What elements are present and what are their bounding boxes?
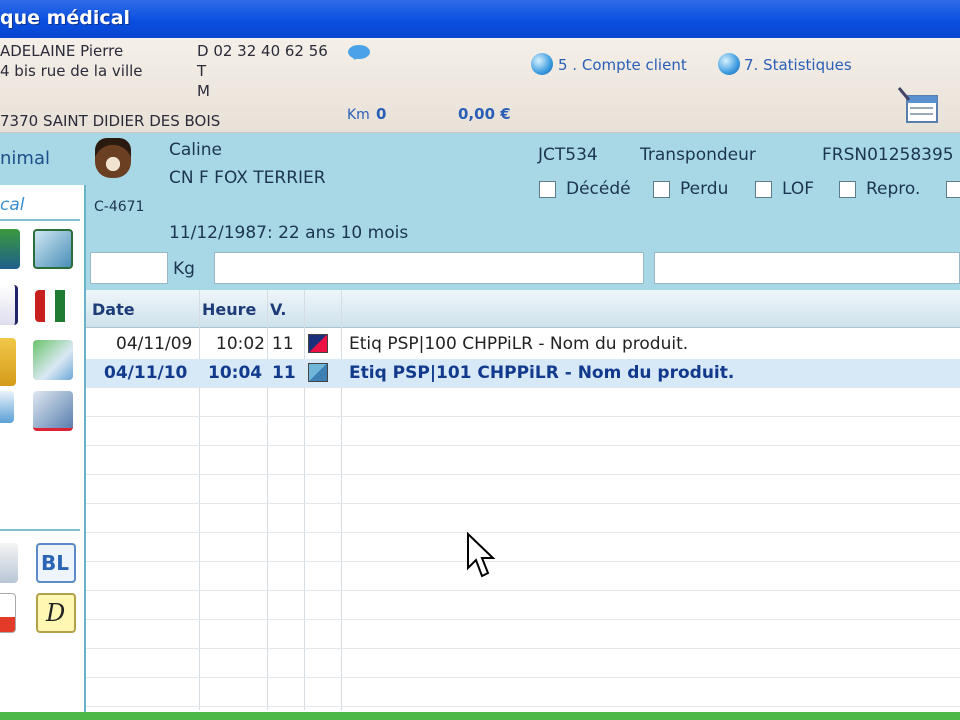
row-v: 11 xyxy=(272,363,296,383)
header-v[interactable]: V. xyxy=(270,300,286,319)
row-divider xyxy=(86,445,960,446)
weight-input[interactable] xyxy=(90,252,168,284)
client-phone-m: M xyxy=(197,82,210,100)
treatment-icon[interactable] xyxy=(33,340,73,380)
title-bar: que médical xyxy=(0,0,960,38)
row-date: 04/11/10 xyxy=(104,363,188,383)
sidebar: nimal cal BL D xyxy=(0,133,86,720)
globe-icon[interactable] xyxy=(531,53,553,75)
calendar-icon[interactable] xyxy=(33,229,73,269)
row-time: 10:02 xyxy=(216,334,265,354)
globe-icon[interactable] xyxy=(718,53,740,75)
km-label: Km xyxy=(347,107,370,123)
sidebar-divider xyxy=(0,529,80,531)
statistics-icon[interactable] xyxy=(895,86,939,124)
lost-checkbox[interactable] xyxy=(653,181,670,198)
row-divider xyxy=(86,532,960,533)
window-title: que médical xyxy=(0,7,131,29)
label-icon xyxy=(308,363,328,382)
tab-animal-label: nimal xyxy=(0,148,50,169)
animal-id-code: JCT534 xyxy=(538,145,598,165)
repro-label: Repro. xyxy=(866,179,921,199)
animal-id-number: FRSN01258395 xyxy=(822,145,954,165)
deceased-label: Décédé xyxy=(566,179,631,199)
row-v: 11 xyxy=(272,334,294,354)
client-name: ADELAINE Pierre xyxy=(0,42,124,60)
row-divider xyxy=(86,619,960,620)
row-divider xyxy=(86,387,960,388)
row-divider xyxy=(86,648,960,649)
client-phone-d: D 02 32 40 62 56 xyxy=(197,42,328,60)
client-balance: 0,00 € xyxy=(458,105,511,123)
mouse-cursor-icon xyxy=(467,532,496,578)
row-time: 10:04 xyxy=(208,363,263,383)
table-header: Date Heure V. xyxy=(86,290,960,328)
client-phone-t: T xyxy=(197,62,207,80)
deceased-checkbox[interactable] xyxy=(539,181,556,198)
row-divider xyxy=(86,416,960,417)
d-icon[interactable]: D xyxy=(36,593,76,633)
row-divider xyxy=(86,590,960,591)
animal-breed: CN F FOX TERRIER xyxy=(169,168,326,188)
lof-checkbox[interactable] xyxy=(755,181,772,198)
table-row[interactable]: 04/11/09 10:02 11 Etiq PSP|100 CHPPiLR -… xyxy=(86,330,960,358)
secondary-input[interactable] xyxy=(654,252,960,284)
row-divider xyxy=(86,706,960,707)
account-link[interactable]: 5 . Compte client xyxy=(558,56,687,74)
label-icon xyxy=(308,334,328,353)
row-divider xyxy=(86,503,960,504)
document-icon[interactable] xyxy=(0,391,14,423)
repro-checkbox[interactable] xyxy=(839,181,856,198)
book-icon[interactable] xyxy=(0,285,18,325)
lof-label: LOF xyxy=(782,179,815,199)
edit-icon[interactable] xyxy=(33,391,73,431)
client-address: 4 bis rue de la ville xyxy=(0,62,143,80)
row-label: Etiq PSP|100 CHPPiLR - Nom du produit. xyxy=(349,334,689,354)
status-bar xyxy=(0,712,960,720)
pencil-icon[interactable] xyxy=(0,543,18,583)
animal-name: Caline xyxy=(169,140,222,160)
row-divider xyxy=(86,474,960,475)
message-icon[interactable] xyxy=(348,45,370,60)
bl-icon[interactable]: BL xyxy=(36,543,76,583)
folder-icon[interactable] xyxy=(0,338,16,386)
animal-birth: 11/12/1987: 22 ans 10 mois xyxy=(169,223,409,243)
pdf-icon[interactable] xyxy=(0,593,16,633)
client-header: ADELAINE Pierre 4 bis rue de la ville 73… xyxy=(0,38,960,133)
vials-icon[interactable] xyxy=(35,290,75,322)
animal-panel: Caline CN F FOX TERRIER C-4671 11/12/198… xyxy=(86,133,960,290)
row-divider xyxy=(86,677,960,678)
animal-id-type: Transpondeur xyxy=(640,145,756,165)
header-date[interactable]: Date xyxy=(92,300,135,319)
row-divider xyxy=(86,561,960,562)
tab-medical-label[interactable]: cal xyxy=(0,195,25,215)
animal-code: C-4671 xyxy=(94,199,145,215)
row-date: 04/11/09 xyxy=(116,334,193,354)
header-time[interactable]: Heure xyxy=(202,300,256,319)
client-city: 7370 SAINT DIDIER DES BOIS xyxy=(0,112,221,130)
note-input[interactable] xyxy=(214,252,644,284)
row-label: Etiq PSP|101 CHPPiLR - Nom du produit. xyxy=(349,363,735,383)
tab-animal[interactable]: nimal xyxy=(0,133,86,185)
history-table: Date Heure V. 04/11/09 10:02 11 Etiq PSP… xyxy=(86,290,960,710)
weight-unit: Kg xyxy=(173,259,195,279)
lost-label: Perdu xyxy=(680,179,729,199)
statistics-link[interactable]: 7. Statistiques xyxy=(744,56,852,74)
extra-checkbox[interactable] xyxy=(946,181,960,198)
dog-icon xyxy=(95,138,131,178)
consult-icon[interactable] xyxy=(0,229,20,269)
km-value: 0 xyxy=(376,105,387,123)
sidebar-divider xyxy=(0,219,80,221)
table-row[interactable]: 04/11/10 10:04 11 Etiq PSP|101 CHPPiLR -… xyxy=(86,359,960,387)
